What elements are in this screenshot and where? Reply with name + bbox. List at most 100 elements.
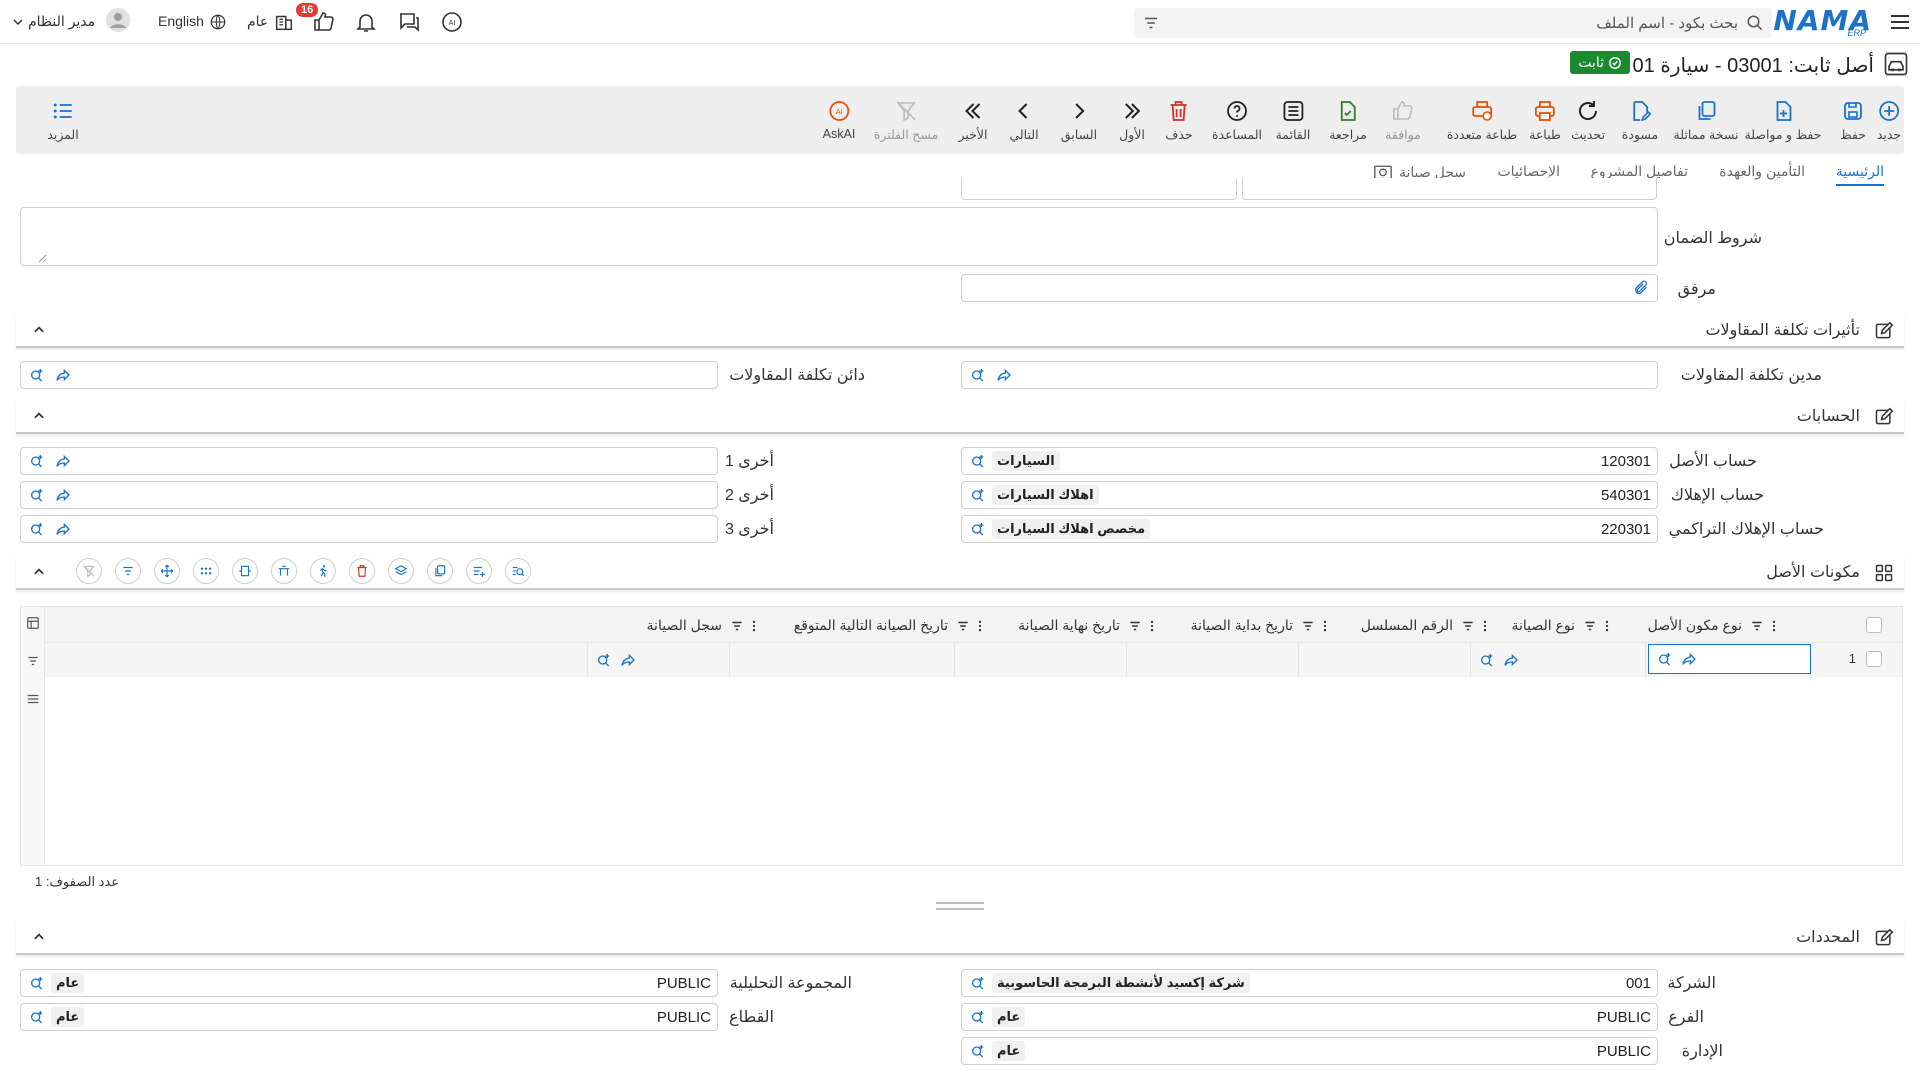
filter-icon[interactable] [1142,14,1160,32]
contract-cost-section-header[interactable]: تأثيرات تكلفة المقاولات [16,314,1904,348]
attachment-field[interactable] [961,274,1658,302]
grid-layers-button[interactable] [388,558,414,584]
tab-main[interactable]: الرئيسية [1835,163,1884,186]
next-maintenance-cell[interactable] [730,643,955,677]
col-serial-number[interactable]: الرقم المسلسل [1361,617,1487,634]
sector-field[interactable]: PUBLIC عام [20,1003,718,1031]
approve-button[interactable]: موافقة [1385,86,1421,154]
share-icon[interactable] [1503,652,1519,668]
current-company[interactable]: عام [247,13,268,30]
grid-move-button[interactable] [154,558,180,584]
col-next-maintenance[interactable]: تاريخ الصيانة التالية المتوقع [794,617,982,634]
review-button[interactable]: مراجعة [1329,86,1367,154]
search-add-icon[interactable] [970,453,986,469]
clear-filter-button[interactable]: مسح الفلترة [874,86,938,154]
branch-field[interactable]: PUBLIC عام [961,1003,1658,1031]
refresh-button[interactable]: تحديث [1571,86,1605,154]
next-button[interactable]: التالي [1009,86,1039,154]
share-icon[interactable] [996,367,1012,383]
filter-icon[interactable] [1301,619,1315,633]
contract-debit-field[interactable] [961,361,1658,389]
filter-icon[interactable] [1128,619,1142,633]
search-add-icon[interactable] [970,1043,986,1059]
previous-button[interactable]: السابق [1061,86,1097,154]
share-icon[interactable] [620,652,636,668]
row-checkbox[interactable] [1866,651,1882,667]
ai-assistant-icon[interactable]: AI [440,10,464,34]
grid-filter-button[interactable] [115,558,141,584]
askai-button[interactable]: AI AskAI [823,86,855,154]
col-maintenance-start[interactable]: تاريخ بداية الصيانة [1191,617,1327,634]
contract-credit-field[interactable] [20,361,718,389]
draft-button[interactable]: مسودة [1622,86,1658,154]
resize-splitter[interactable] [936,902,984,910]
filter-icon[interactable] [730,619,744,633]
search-input[interactable] [1200,8,1740,38]
user-menu[interactable]: مدير النظام [12,13,95,30]
first-button[interactable]: الأول [1119,86,1145,154]
maintenance-type-cell[interactable] [1471,643,1646,677]
grid-copy-button[interactable] [427,558,453,584]
more-button[interactable]: المزيد [47,86,79,154]
search-add-icon[interactable] [29,975,45,991]
other3-field[interactable] [20,515,718,543]
col-maintenance-log[interactable]: سجل الصيانة [647,617,756,634]
company-field[interactable]: 001 شركة إكسيد لأنشطة البرمجة الحاسوبية [961,969,1658,997]
grid-fit-columns-button[interactable] [232,558,258,584]
select-all-checkbox[interactable] [1866,617,1882,633]
column-menu-icon[interactable] [1150,619,1154,633]
hamburger-menu-icon[interactable] [1888,10,1912,34]
dimensions-section-header[interactable]: المحددات [16,921,1904,955]
search-add-icon[interactable] [29,367,45,383]
filter-icon[interactable] [1461,619,1475,633]
accum-depreciation-account-field[interactable]: 220301 مخصص اهلاك السيارات [961,515,1658,543]
share-icon[interactable] [55,521,71,537]
search-add-icon[interactable] [970,487,986,503]
filter-icon[interactable] [26,654,40,668]
department-field[interactable]: PUBLIC عام [961,1037,1658,1065]
chevron-up-icon[interactable] [32,565,46,579]
chevron-up-icon[interactable] [32,409,46,423]
depreciation-account-field[interactable]: 540301 اهلاك السيارات [961,481,1658,509]
search-add-icon[interactable] [1479,652,1495,668]
warranty-terms-textarea[interactable] [20,207,1658,266]
search-add-icon[interactable] [29,487,45,503]
list-button[interactable]: القائمة [1276,86,1310,154]
column-menu-icon[interactable] [1323,619,1327,633]
save-button[interactable]: حفظ [1840,86,1866,154]
maintenance-start-cell[interactable] [1127,643,1299,677]
search-add-icon[interactable] [29,1009,45,1025]
last-button[interactable]: الأخير [959,86,988,154]
grid-delete-button[interactable] [349,558,375,584]
asset-account-field[interactable]: 120301 السيارات [961,447,1658,475]
column-menu-icon[interactable] [1605,619,1609,633]
hidden-field-b[interactable] [1242,178,1657,200]
search-add-icon[interactable] [1657,651,1673,667]
grid-dots-button[interactable] [193,558,219,584]
print-button[interactable]: طباعة [1529,86,1561,154]
column-menu-icon[interactable] [978,619,982,633]
search-add-icon[interactable] [970,521,986,537]
accounts-section-header[interactable]: الحسابات [16,400,1904,434]
new-button[interactable]: جديد [1877,86,1901,154]
column-menu-icon[interactable] [1772,619,1776,633]
grid-columns-button[interactable] [271,558,297,584]
filter-icon[interactable] [1583,619,1597,633]
tab-insurance[interactable]: التأمين والعهدة [1719,163,1805,180]
hidden-field-a[interactable] [961,178,1237,200]
chevron-up-icon[interactable] [32,930,46,944]
grid-quick-run-button[interactable] [310,558,336,584]
search-add-icon[interactable] [29,453,45,469]
search-add-icon[interactable] [596,652,612,668]
paperclip-icon[interactable] [1633,280,1649,296]
bell-icon[interactable] [354,10,378,34]
maintenance-end-cell[interactable] [955,643,1127,677]
other2-field[interactable] [20,481,718,509]
nama-logo[interactable]: NAMA ERP [1773,4,1872,38]
col-asset-component-type[interactable]: نوع مكون الأصل [1648,617,1776,634]
other1-field[interactable] [20,447,718,475]
analytic-group-field[interactable]: PUBLIC عام [20,969,718,997]
search-icon[interactable] [1746,14,1764,32]
share-icon[interactable] [55,453,71,469]
search-add-icon[interactable] [970,367,986,383]
